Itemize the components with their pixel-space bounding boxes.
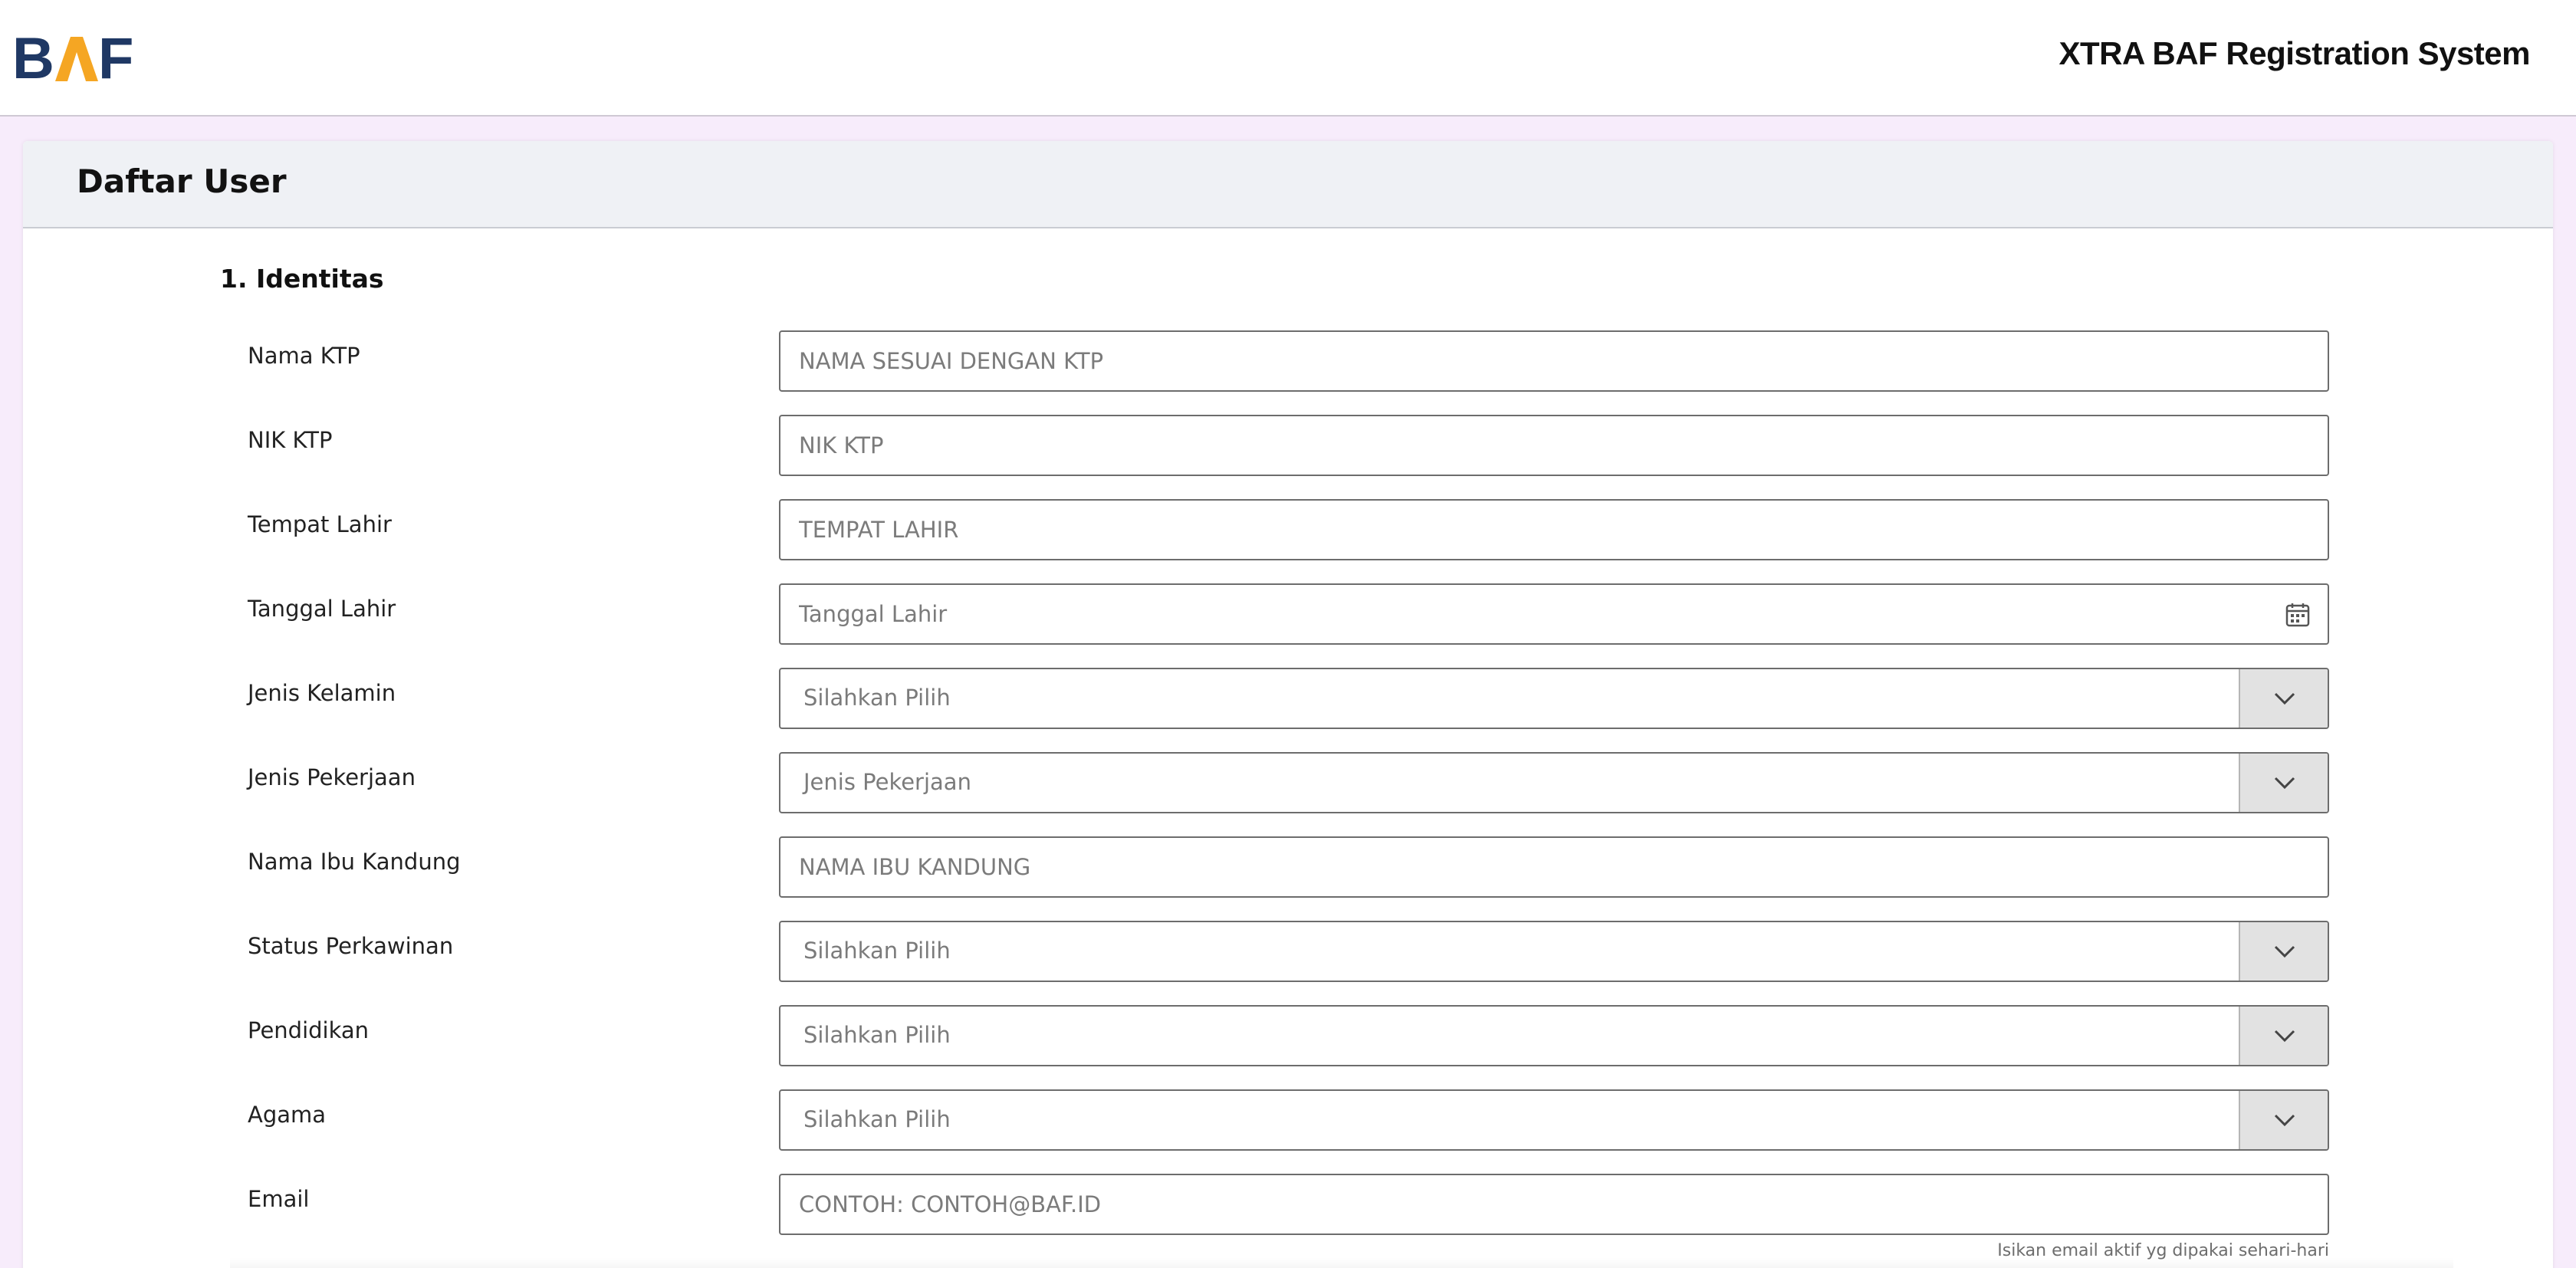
page-title: Daftar User xyxy=(77,163,287,200)
pendidikan-dropdown-button[interactable] xyxy=(2239,1007,2328,1065)
nama-ktp-field xyxy=(779,330,2329,392)
agama-dropdown-button[interactable] xyxy=(2239,1091,2328,1149)
label-jenis-kelamin: Jenis Kelamin xyxy=(248,680,396,706)
label-nik-ktp: NIK KTP xyxy=(248,427,333,453)
row-agama: Agama Silahkan Pilih xyxy=(23,1089,2553,1151)
row-nama-ktp: Nama KTP xyxy=(23,330,2553,392)
chevron-down-icon xyxy=(2274,1030,2295,1043)
chevron-down-icon xyxy=(2274,777,2295,790)
label-status-perkawinan: Status Perkawinan xyxy=(248,933,454,959)
nama-ibu-field xyxy=(779,836,2329,898)
row-jenis-pekerjaan: Jenis Pekerjaan Jenis Pekerjaan xyxy=(23,752,2553,813)
chevron-down-icon xyxy=(2274,945,2295,958)
svg-text:B: B xyxy=(12,31,54,84)
tanggal-lahir-input[interactable] xyxy=(780,585,2328,643)
label-jenis-pekerjaan: Jenis Pekerjaan xyxy=(248,764,416,790)
section-title-identitas: 1. Identitas xyxy=(220,264,384,294)
status-perkawinan-select[interactable]: Silahkan Pilih xyxy=(779,921,2329,982)
email-field xyxy=(779,1174,2329,1235)
label-email: Email xyxy=(248,1186,310,1212)
nik-ktp-field xyxy=(779,415,2329,476)
agama-selected: Silahkan Pilih xyxy=(803,1106,951,1132)
registration-card: Daftar User 1. Identitas Nama KTP NIK KT… xyxy=(23,141,2553,1268)
nik-ktp-input[interactable] xyxy=(780,416,2328,475)
top-navbar: B F XTRA BAF Registration System xyxy=(0,0,2576,117)
scroll-shadow xyxy=(230,1257,2453,1268)
chevron-down-icon xyxy=(2274,1114,2295,1127)
row-status-perkawinan: Status Perkawinan Silahkan Pilih xyxy=(23,921,2553,982)
calendar-icon[interactable] xyxy=(2285,602,2311,628)
chevron-down-icon xyxy=(2274,692,2295,705)
tempat-lahir-input[interactable] xyxy=(780,501,2328,559)
tempat-lahir-field xyxy=(779,499,2329,560)
tanggal-lahir-field xyxy=(779,583,2329,645)
label-nama-ktp: Nama KTP xyxy=(248,343,360,369)
label-nama-ibu: Nama Ibu Kandung xyxy=(248,849,461,875)
row-email: Email xyxy=(23,1174,2553,1235)
label-agama: Agama xyxy=(248,1102,327,1128)
status-perkawinan-selected: Silahkan Pilih xyxy=(803,938,951,964)
pendidikan-select[interactable]: Silahkan Pilih xyxy=(779,1005,2329,1066)
baf-logo[interactable]: B F xyxy=(12,31,150,84)
jenis-pekerjaan-selected: Jenis Pekerjaan xyxy=(803,769,971,795)
row-nama-ibu: Nama Ibu Kandung xyxy=(23,836,2553,898)
jenis-kelamin-selected: Silahkan Pilih xyxy=(803,685,951,711)
app-title: XTRA BAF Registration System xyxy=(2058,35,2530,71)
status-perkawinan-dropdown-button[interactable] xyxy=(2239,922,2328,981)
card-header: Daftar User xyxy=(23,141,2553,228)
label-pendidikan: Pendidikan xyxy=(248,1017,370,1043)
jenis-pekerjaan-dropdown-button[interactable] xyxy=(2239,754,2328,812)
row-pendidikan: Pendidikan Silahkan Pilih xyxy=(23,1005,2553,1066)
row-jenis-kelamin: Jenis Kelamin Silahkan Pilih xyxy=(23,668,2553,729)
svg-text:F: F xyxy=(98,31,133,84)
row-nik-ktp: NIK KTP xyxy=(23,415,2553,476)
pendidikan-selected: Silahkan Pilih xyxy=(803,1022,951,1048)
row-tanggal-lahir: Tanggal Lahir xyxy=(23,583,2553,645)
label-tanggal-lahir: Tanggal Lahir xyxy=(248,596,396,622)
agama-select[interactable]: Silahkan Pilih xyxy=(779,1089,2329,1151)
jenis-pekerjaan-select[interactable]: Jenis Pekerjaan xyxy=(779,752,2329,813)
row-tempat-lahir: Tempat Lahir xyxy=(23,499,2553,560)
label-tempat-lahir: Tempat Lahir xyxy=(248,511,392,537)
nama-ktp-input[interactable] xyxy=(780,332,2328,390)
jenis-kelamin-select[interactable]: Silahkan Pilih xyxy=(779,668,2329,729)
email-input[interactable] xyxy=(780,1175,2328,1234)
nama-ibu-input[interactable] xyxy=(780,838,2328,896)
jenis-kelamin-dropdown-button[interactable] xyxy=(2239,669,2328,728)
